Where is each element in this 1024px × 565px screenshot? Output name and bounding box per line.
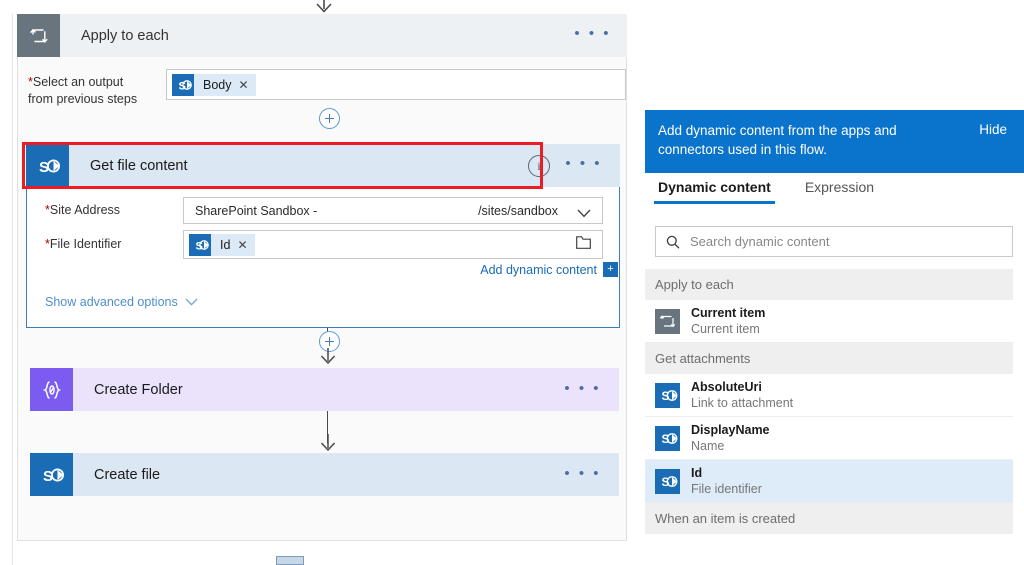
list-item-name: DisplayName [691,422,770,437]
create-folder-title: Create Folder [94,381,183,398]
group-header-get-attachments: Get attachments [645,343,1013,374]
apply-to-each-header[interactable]: Apply to each • • • [17,14,627,57]
svg-text:S: S [196,240,203,252]
list-item-name: Id [691,465,703,480]
plus-icon[interactable]: + [603,262,618,277]
list-item[interactable]: Current item Current item [645,300,1013,343]
sharepoint-icon: S [172,74,194,96]
tab-dynamic-content[interactable]: Dynamic content [654,173,775,204]
info-icon[interactable]: i [528,155,550,177]
flow-designer-canvas: Apply to each • • • *Select an output fr… [0,0,645,565]
group-header-apply-to-each: Apply to each [645,269,1013,300]
show-advanced-options-button[interactable]: Show advanced options [45,295,198,309]
token-label: Body [203,78,232,92]
dynamic-content-panel: Add dynamic content from the apps and co… [645,0,1024,565]
chevron-down-icon[interactable] [577,205,591,218]
file-picker-icon[interactable] [576,235,591,254]
token-label: Id [220,237,231,252]
create-file-title: Create file [94,466,161,483]
list-item-text: AbsoluteUri Link to attachment [691,380,793,411]
list-item-name: Current item [691,305,766,320]
list-item-description: Name [691,438,725,453]
add-step-button-top[interactable] [319,108,340,129]
power-automate-designer: Apply to each • • • *Select an output fr… [0,0,1024,565]
token-body[interactable]: S Body ✕ [172,74,256,96]
site-address-suffix: /sites/sandbox [478,203,558,218]
search-input-placeholder[interactable]: Search dynamic content [690,234,829,249]
select-output-label-line2: from previous steps [28,92,138,106]
dynamic-content-list[interactable]: Apply to each Current item Current item … [645,269,1013,565]
apply-to-each-title: Apply to each [81,27,169,44]
sharepoint-icon: S [655,468,680,494]
show-advanced-options-label[interactable]: Show advanced options [45,295,178,309]
select-output-label: *Select an output from previous steps [28,74,168,108]
chevron-down-icon[interactable] [185,295,198,309]
canvas-left-rule [12,14,13,565]
svg-text:S: S [662,389,670,403]
list-item-text: Current item Current item [691,306,765,337]
panel-tabs: Dynamic content Expression [645,173,1024,213]
get-file-content-title: Get file content [90,157,188,174]
list-item-description: Current item [691,321,760,336]
create-folder-card[interactable]: Create Folder • • • [30,368,619,411]
panel-banner-text: Add dynamic content from the apps and co… [658,123,897,157]
list-item-id-selected[interactable]: S Id File identifier [645,460,1013,503]
site-address-label-text: Site Address [49,203,121,217]
loop-icon [655,308,680,334]
list-item[interactable]: S AbsoluteUri Link to attachment [645,374,1013,417]
add-dynamic-content-action[interactable]: Add dynamic content + [480,262,618,277]
apply-to-each-menu-button[interactable]: • • • [574,26,611,41]
create-folder-menu-button[interactable]: • • • [564,381,601,396]
hide-panel-button[interactable]: Hide [979,122,1007,137]
site-address-value: SharePoint Sandbox - [195,203,318,218]
list-item-description: File identifier [691,481,762,496]
select-output-input[interactable]: S Body ✕ [166,69,626,100]
file-identifier-input[interactable]: S Id ✕ [183,230,603,259]
tab-expression[interactable]: Expression [801,173,878,204]
svg-text:S: S [662,475,670,489]
sharepoint-icon: S [655,382,680,408]
get-file-content-header[interactable]: S Get file content i • • • [26,144,620,187]
token-remove-icon[interactable]: ✕ [237,238,247,252]
select-output-label-line1: Select an output [32,75,124,89]
sharepoint-icon: S [26,144,69,187]
next-step-partial-card[interactable] [276,556,304,565]
list-item-description: Link to attachment [691,395,794,410]
search-dynamic-content[interactable]: Search dynamic content [655,226,1013,257]
sharepoint-icon: S [655,425,680,451]
search-icon [666,235,680,249]
loop-icon [17,14,60,57]
file-identifier-label: *File Identifier [45,237,121,251]
group-header-when-an-item-is-created: When an item is created [645,503,1013,534]
panel-banner: Add dynamic content from the apps and co… [645,110,1024,173]
sharepoint-icon: S [30,453,73,496]
list-item[interactable]: S DisplayName Name [645,417,1013,460]
list-item-text: Id File identifier [691,466,762,497]
add-dynamic-content-label[interactable]: Add dynamic content [480,263,597,277]
sharepoint-icon: S [189,233,211,256]
compose-icon [30,368,73,411]
create-file-card[interactable]: S Create file • • • [30,453,619,496]
list-item-text: DisplayName Name [691,423,770,454]
get-file-content-menu-button[interactable]: • • • [565,156,602,171]
svg-text:S: S [662,432,670,446]
token-remove-icon[interactable]: ✕ [239,78,249,92]
panel-top-spacer [645,0,1024,110]
file-identifier-label-text: File Identifier [49,237,122,251]
svg-text:S: S [179,81,186,93]
site-address-dropdown[interactable]: SharePoint Sandbox - /sites/sandbox [183,197,603,224]
create-file-menu-button[interactable]: • • • [564,466,601,481]
list-item-name: AbsoluteUri [691,379,762,394]
site-address-label: *Site Address [45,203,120,217]
token-id[interactable]: S Id ✕ [189,233,255,256]
